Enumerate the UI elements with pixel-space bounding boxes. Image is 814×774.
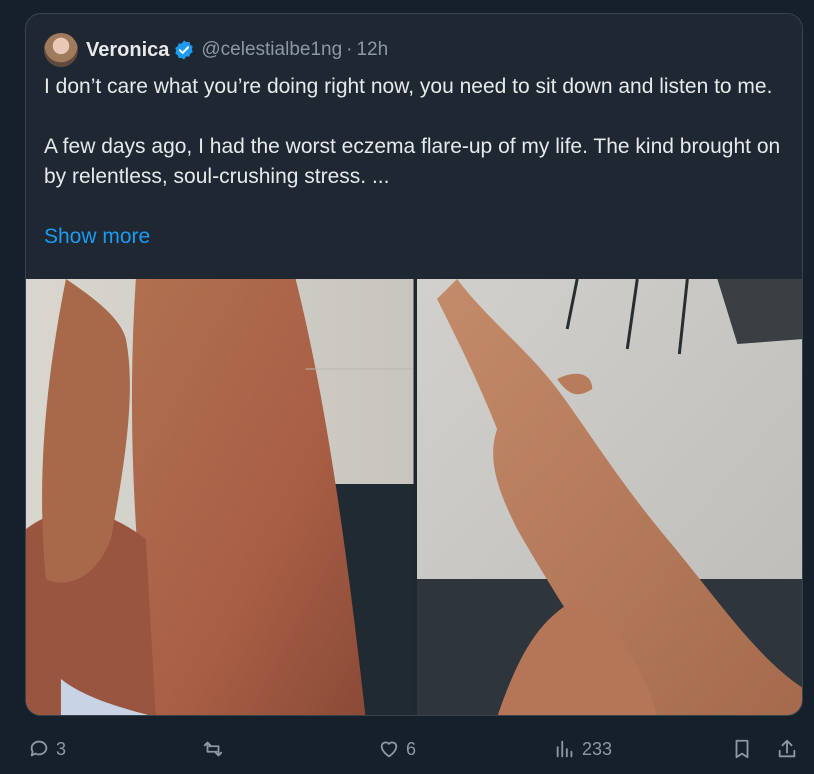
photo-right-image [416, 279, 802, 715]
tweet-text: I don’t care what you’re doing right now… [44, 75, 781, 188]
display-name[interactable]: Veronica [86, 39, 169, 62]
show-more-link[interactable]: Show more [44, 225, 150, 249]
like-icon [380, 741, 398, 758]
separator-dot: · [346, 39, 353, 60]
retweet-icon [203, 741, 223, 757]
photo-right[interactable] [416, 279, 802, 715]
like-button[interactable]: 6 [378, 734, 416, 764]
share-button[interactable] [776, 734, 798, 764]
reply-icon [30, 740, 48, 757]
verified-badge-icon [175, 40, 194, 60]
timestamp[interactable]: 12h [356, 39, 388, 61]
photo-left-image [26, 279, 414, 715]
share-icon [778, 739, 796, 758]
views-count: 233 [582, 738, 613, 759]
reply-count: 3 [56, 738, 67, 759]
user-handle[interactable]: @celestialbe1ng [201, 39, 342, 61]
tweet-card[interactable]: Veronica @celestialbe1ng · 12h I don’t c… [25, 13, 803, 716]
bookmark-icon [735, 739, 749, 759]
views-icon [556, 740, 573, 758]
bookmark-button[interactable] [731, 734, 753, 764]
action-bar: 3 6 233 [0, 734, 814, 764]
like-count: 6 [406, 738, 417, 759]
photo-left[interactable] [26, 279, 414, 715]
media-grid [26, 279, 802, 715]
retweet-button[interactable] [202, 734, 230, 764]
tweet-header: Veronica @celestialbe1ng · 12h [44, 33, 388, 67]
views-button[interactable]: 233 [554, 734, 612, 764]
avatar[interactable] [44, 33, 78, 67]
reply-button[interactable]: 3 [28, 734, 66, 764]
